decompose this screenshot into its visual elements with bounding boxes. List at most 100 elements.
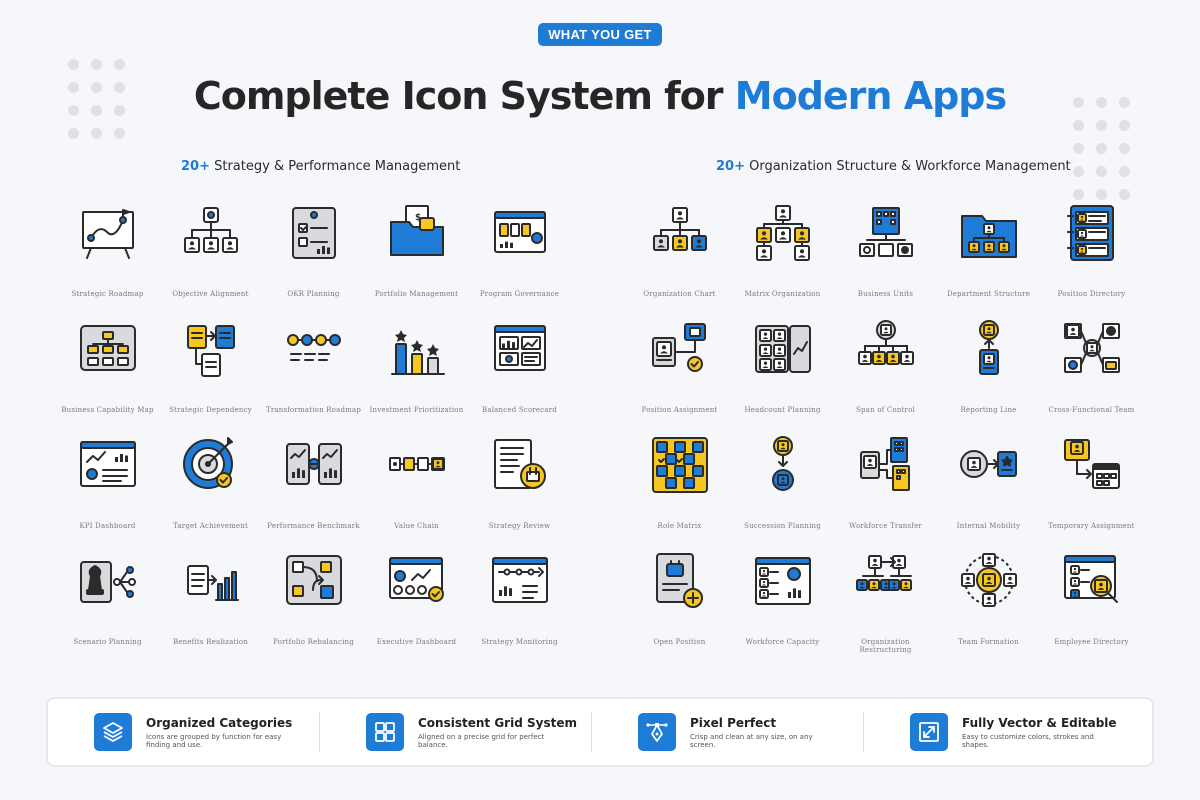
feature-item: Organized Categories Icons are grouped by…	[48, 708, 320, 756]
investment-bars-icon	[384, 316, 450, 382]
feature-description: Aligned on a precise grid for perfect ba…	[418, 732, 545, 749]
dependency-docs-icon	[178, 316, 244, 382]
icon-card: Program Governance	[468, 200, 571, 316]
portfolio-folder-icon: $	[384, 200, 450, 266]
left-section-heading: 20+ Strategy & Performance Management	[181, 159, 461, 174]
icon-label: Temporary Assignment	[1048, 522, 1135, 530]
grid-icon	[366, 713, 404, 751]
feature-item: Consistent Grid System Aligned on a preci…	[320, 708, 592, 756]
icon-card: KPI Dashboard	[56, 432, 159, 548]
employee-directory-icon	[1059, 548, 1125, 614]
svg-text:$: $	[415, 213, 421, 223]
icon-label: Business Capability Map	[61, 406, 154, 414]
feature-bar: Organized Categories Icons are grouped by…	[46, 697, 1154, 767]
icon-label: Portfolio Management	[374, 290, 459, 298]
icon-label: Organization Chart	[643, 290, 716, 298]
benchmark-compare-icon	[281, 432, 347, 498]
icon-label: Succession Planning	[744, 522, 821, 530]
icon-label: Position Directory	[1057, 290, 1126, 298]
icon-label: Portfolio Rebalancing	[273, 638, 354, 646]
icon-label: Position Assignment	[641, 406, 718, 414]
feature-description: Crisp and clean at any size, on any scre…	[690, 732, 813, 749]
icon-label: Department Structure	[946, 290, 1031, 298]
icon-label: Scenario Planning	[73, 638, 142, 646]
icon-label: Team Formation	[958, 638, 1019, 646]
resize-icon	[910, 713, 948, 751]
feature-title: Pixel Perfect	[690, 715, 777, 730]
feature-description: Easy to customize colors, strokes and sh…	[962, 732, 1094, 749]
icon-label: Objective Alignment	[172, 290, 249, 298]
icon-label: Organization Restructuring	[859, 638, 912, 654]
right-section-heading: 20+ Organization Structure & Workforce M…	[716, 159, 1071, 174]
icon-label: Matrix Organization	[744, 290, 821, 298]
icon-label: Business Units	[857, 290, 914, 298]
icon-card: Strategy Monitoring	[468, 548, 571, 664]
icon-label: Cross-Functional Team	[1048, 406, 1135, 414]
icon-card: Reporting Line	[937, 316, 1040, 432]
icon-label: Role Matrix	[657, 522, 702, 530]
business-units-icon	[853, 200, 919, 266]
icon-label: Program Governance	[479, 290, 560, 298]
internal-mobility-icon	[956, 432, 1022, 498]
icon-card: Matrix Organization	[731, 200, 834, 316]
icon-card: Open Position	[628, 548, 731, 664]
icon-label: Span of Control	[856, 406, 915, 414]
icon-card: Workforce Capacity	[731, 548, 834, 664]
icon-card: Performance Benchmark	[262, 432, 365, 548]
role-matrix-icon	[647, 432, 713, 498]
icon-card: OKR Planning	[262, 200, 365, 316]
icon-label: Investment Prioritization	[369, 406, 464, 414]
target-check-icon	[178, 432, 244, 498]
icon-label: Strategic Roadmap	[71, 290, 144, 298]
icon-card: Cross-Functional Team	[1040, 316, 1143, 432]
icon-label: Headcount Planning	[744, 406, 821, 414]
workforce-transfer-icon	[853, 432, 919, 498]
strategy-review-icon	[487, 432, 553, 498]
open-position-icon	[647, 548, 713, 614]
icon-label: Transformation Roadmap	[265, 406, 362, 414]
icon-card: Executive Dashboard	[365, 548, 468, 664]
icon-label: Balanced Scorecard	[482, 406, 557, 414]
strategy-monitor-icon	[487, 548, 553, 614]
icon-card: Portfolio Rebalancing	[262, 548, 365, 664]
workforce-capacity-icon	[750, 548, 816, 614]
program-dashboard-icon	[487, 200, 553, 266]
icon-card: Organization Chart	[628, 200, 731, 316]
feature-title: Organized Categories	[146, 715, 293, 730]
portfolio-rebalance-icon	[281, 548, 347, 614]
icon-card: Organization Restructuring	[834, 548, 937, 664]
feature-description: Icons are grouped by function for easy f…	[146, 732, 282, 749]
value-chain-icon	[384, 432, 450, 498]
icon-label: Value Chain	[394, 522, 439, 530]
icon-card: Position Directory	[1040, 200, 1143, 316]
kpi-dashboard-icon	[75, 432, 141, 498]
icon-label: Strategic Dependency	[169, 406, 252, 414]
icon-label: OKR Planning	[287, 290, 340, 298]
icon-card: Value Chain	[365, 432, 468, 548]
position-assignment-icon	[647, 316, 713, 382]
icon-card: Headcount Planning	[731, 316, 834, 432]
icon-card: Employee Directory	[1040, 548, 1143, 664]
feature-item: Fully Vector & Editable Easy to customize…	[864, 708, 1136, 756]
succession-planning-icon	[750, 432, 816, 498]
icon-label: Workforce Transfer	[849, 522, 922, 530]
icon-label: Benefits Realization	[172, 638, 249, 646]
layers-icon	[94, 713, 132, 751]
icon-label: Strategy Review	[488, 522, 551, 530]
icon-card: Benefits Realization	[159, 548, 262, 664]
scenario-chess-icon	[75, 548, 141, 614]
temporary-assignment-icon	[1059, 432, 1125, 498]
cross-functional-team-icon	[1059, 316, 1125, 382]
icon-card: Department Structure	[937, 200, 1040, 316]
icon-card: Business Units	[834, 200, 937, 316]
feature-title: Fully Vector & Editable	[962, 715, 1117, 730]
icon-card: Strategic Roadmap	[56, 200, 159, 316]
icon-label: Internal Mobility	[956, 522, 1021, 530]
page-title: Complete Icon System for Modern Apps	[193, 74, 1007, 118]
position-directory-icon	[1059, 200, 1125, 266]
reporting-line-icon	[956, 316, 1022, 382]
icon-card: Position Assignment	[628, 316, 731, 432]
icon-label: Employee Directory	[1054, 638, 1129, 646]
icon-card: Business Capability Map	[56, 316, 159, 432]
organization-icon-grid: Organization Chart Matrix Organization Bus…	[628, 200, 1143, 664]
